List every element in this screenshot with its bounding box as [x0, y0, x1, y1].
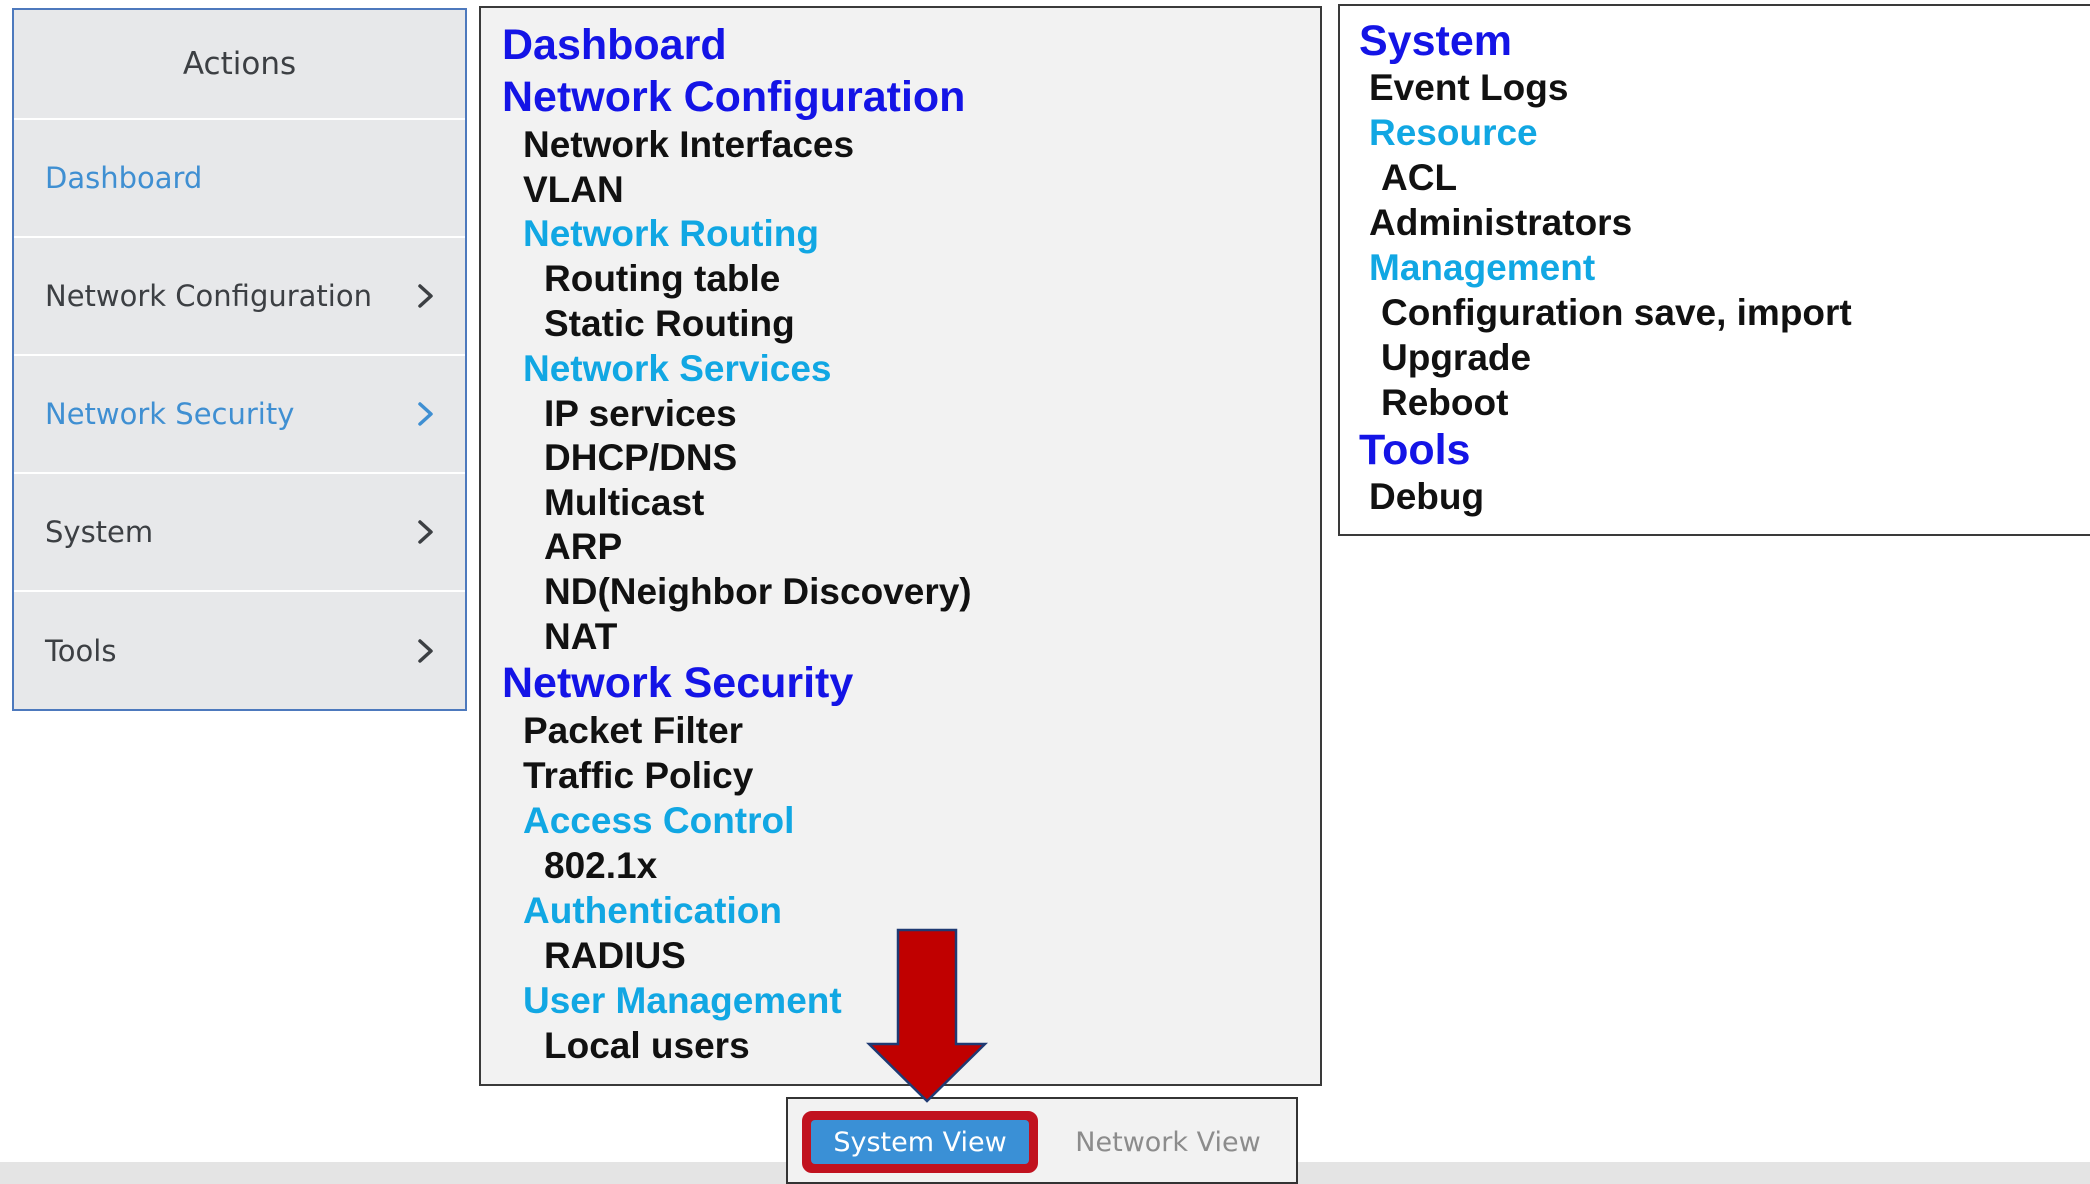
menu-level1-network-security: Network Security [502, 659, 854, 707]
menu-item-vlan: VLAN [523, 169, 624, 210]
menu-item-acl: ACL [1381, 157, 1458, 198]
menu-item-multicast: Multicast [544, 482, 705, 523]
menu-level2-user-management: User Management [523, 980, 842, 1021]
network-view-button[interactable]: Network View [1050, 1111, 1286, 1173]
actions-panel: Actions Dashboard Network Configuration … [12, 8, 467, 711]
menu-item-arp: ARP [544, 526, 623, 567]
menu-item-upgrade: Upgrade [1381, 337, 1532, 378]
system-view-button[interactable]: System View [802, 1111, 1038, 1173]
sidebar-item-system[interactable]: System [14, 474, 465, 592]
chevron-right-icon [415, 399, 437, 429]
menu-level2-network-routing: Network Routing [523, 213, 819, 254]
sidebar-item-tools[interactable]: Tools [14, 592, 465, 710]
actions-header: Actions [14, 10, 465, 120]
sidebar-item-label: Network Configuration [45, 279, 372, 313]
menu-item-nd: ND(Neighbor Discovery) [544, 571, 972, 612]
menu-level2-authentication: Authentication [523, 890, 782, 931]
system-view-label: System View [811, 1120, 1029, 1164]
menu-item-8021x: 802.1x [544, 845, 658, 886]
chevron-right-icon [415, 281, 437, 311]
menu-level1-network-configuration: Network Configuration [502, 73, 966, 121]
menu-item-nat: NAT [544, 616, 618, 657]
menu-item-reboot: Reboot [1381, 382, 1509, 423]
sidebar-item-label: System [45, 515, 154, 549]
sidebar-item-dashboard[interactable]: Dashboard [14, 120, 465, 238]
chevron-right-icon [415, 636, 437, 666]
chevron-right-icon [415, 517, 437, 547]
menu-level2-resource: Resource [1369, 112, 1538, 153]
menu-item-static-routing: Static Routing [544, 303, 795, 344]
menu-item-radius: RADIUS [544, 935, 686, 976]
menu-item-debug: Debug [1369, 476, 1485, 517]
sidebar-item-label: Tools [45, 634, 117, 668]
menu-item-ip-services: IP services [544, 393, 737, 434]
menu-tree-panel-right: System Event Logs Resource ACL Administr… [1338, 4, 2090, 536]
menu-item-local-users: Local users [544, 1025, 750, 1066]
menu-item-config-save: Configuration save, import [1381, 292, 1852, 333]
menu-level2-network-services: Network Services [523, 348, 832, 389]
menu-item-traffic-policy: Traffic Policy [523, 755, 754, 796]
menu-level1-dashboard: Dashboard [502, 21, 727, 69]
arrow-down-icon [866, 928, 988, 1103]
sidebar-item-label: Network Security [45, 397, 295, 431]
menu-tree-panel-left: Dashboard Network Configuration Network … [479, 6, 1322, 1086]
menu-level2-access-control: Access Control [523, 800, 795, 841]
sidebar-item-network-security[interactable]: Network Security [14, 356, 465, 474]
menu-item-dhcp-dns: DHCP/DNS [544, 437, 738, 478]
menu-level2-management: Management [1369, 247, 1596, 288]
sidebar-item-label: Dashboard [45, 161, 203, 195]
menu-level1-tools: Tools [1359, 426, 1471, 474]
menu-item-routing-table: Routing table [544, 258, 781, 299]
menu-item-packet-filter: Packet Filter [523, 710, 744, 751]
menu-item-event-logs: Event Logs [1369, 67, 1569, 108]
sidebar-item-network-configuration[interactable]: Network Configuration [14, 238, 465, 356]
menu-item-administrators: Administrators [1369, 202, 1633, 243]
view-switcher: System View Network View [786, 1097, 1298, 1184]
menu-level1-system: System [1359, 17, 1512, 65]
menu-item-network-interfaces: Network Interfaces [523, 124, 855, 165]
